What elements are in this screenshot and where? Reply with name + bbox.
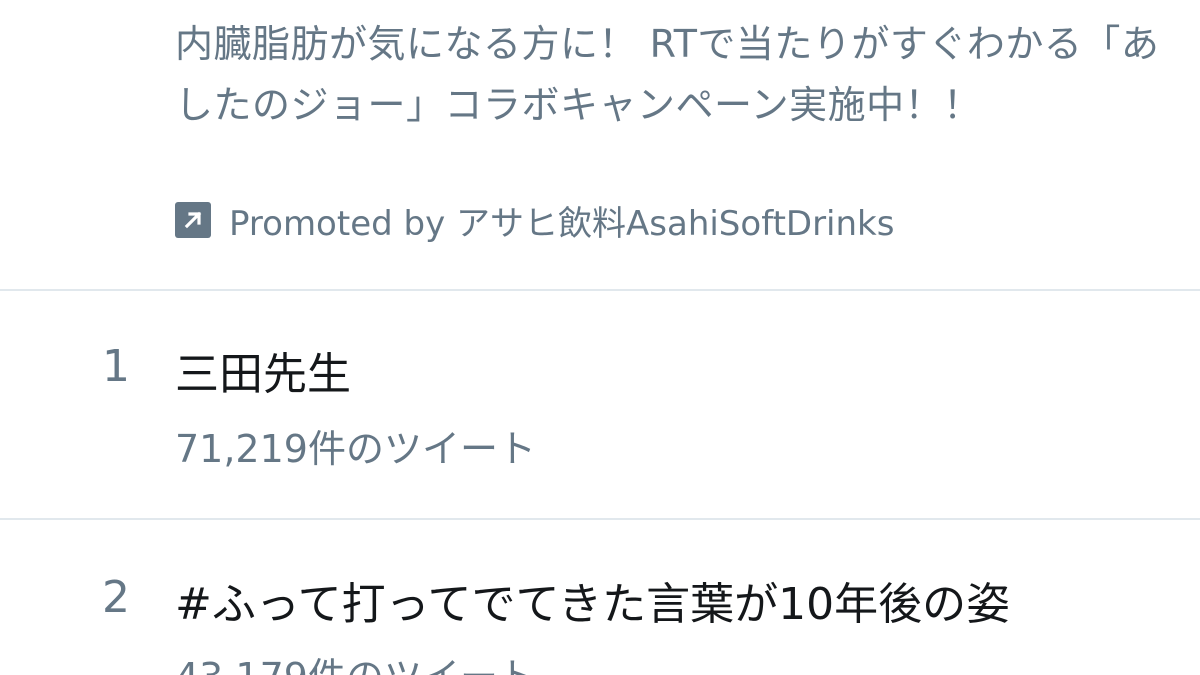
trend-rank: 2 <box>102 572 130 623</box>
trend-name[interactable]: 三田先生 <box>175 338 351 402</box>
promoted-trend-description[interactable]: 内臓脂肪が気になる方に！ RTで当たりがすぐわかる「あしたのジョー」コラボキャン… <box>175 14 1165 136</box>
trend-tweet-count: 71,219件のツイート <box>175 427 536 471</box>
promoted-by-line[interactable]: Promoted by アサヒ飲料AsahiSoftDrinks <box>175 196 894 244</box>
promoted-arrow-icon <box>175 202 211 238</box>
trend-rank: 1 <box>102 341 130 392</box>
trend-name[interactable]: #ふって打ってでてきた言葉が10年後の姿 <box>175 568 1010 632</box>
divider <box>0 518 1200 520</box>
promoted-by-label: Promoted by アサヒ飲料AsahiSoftDrinks <box>229 203 895 244</box>
divider <box>0 289 1200 291</box>
trend-tweet-count: 43,179件のツイート <box>175 646 536 675</box>
